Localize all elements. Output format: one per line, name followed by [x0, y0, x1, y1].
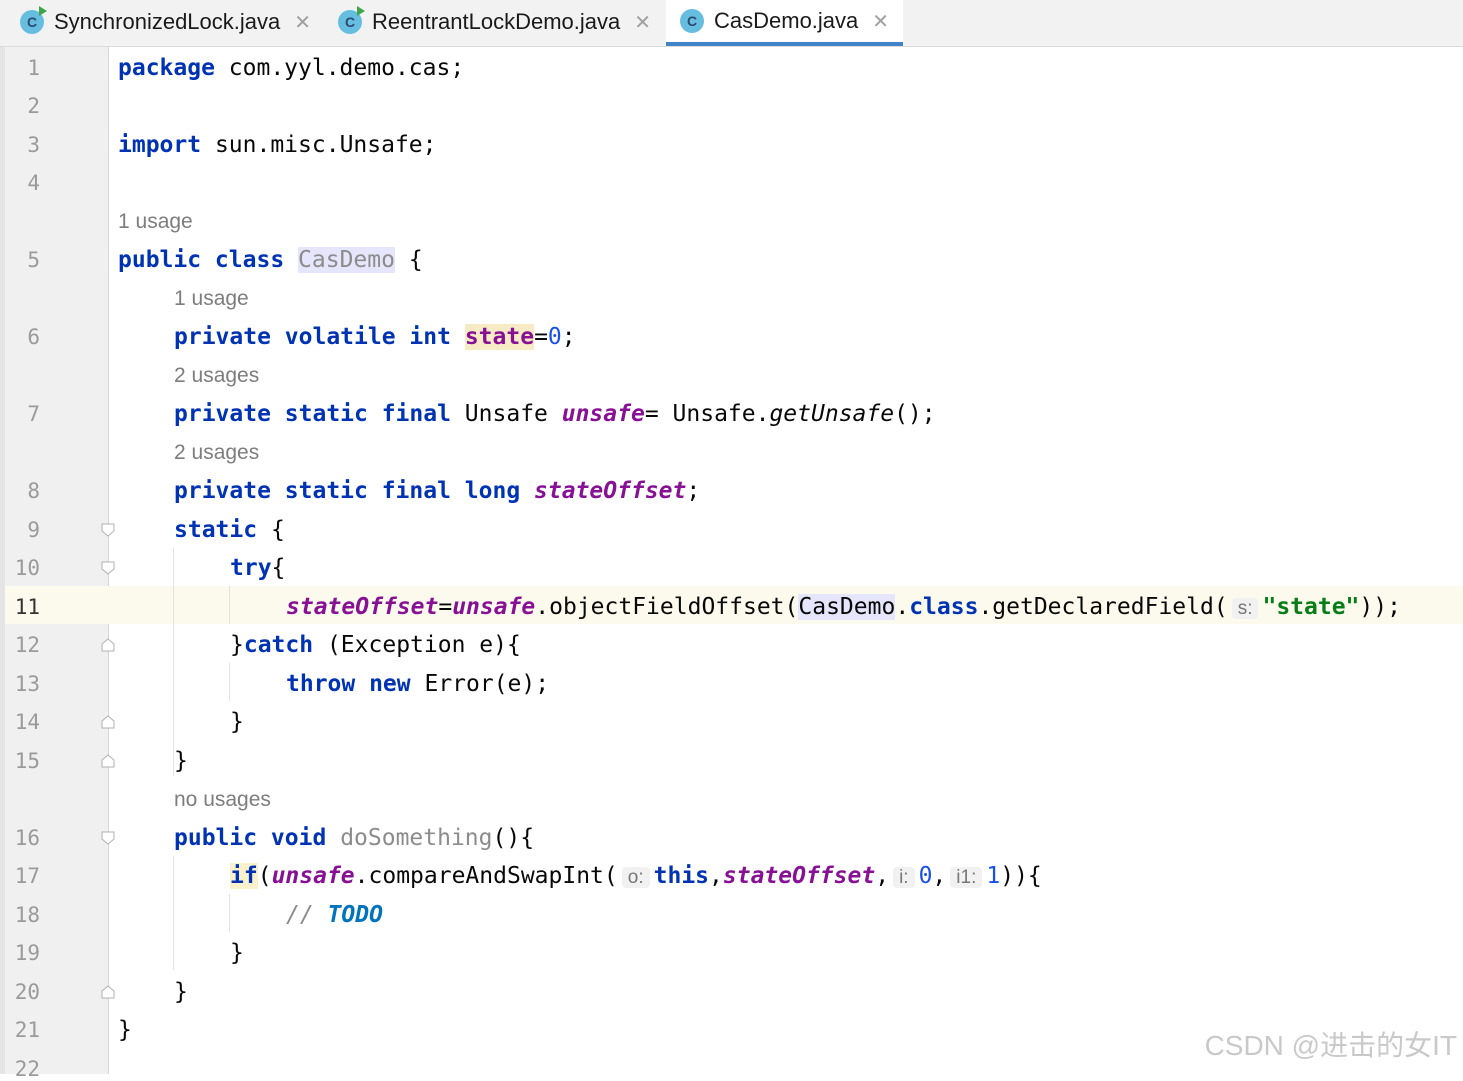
line-number: 16: [14, 826, 40, 850]
code-line-8[interactable]: private static final long stateOffset;: [174, 472, 700, 510]
usage-hint[interactable]: 2 usages: [174, 364, 259, 388]
line-number: 5: [27, 248, 40, 272]
tab-label: SynchronizedLock.java: [54, 9, 281, 34]
close-icon[interactable]: ✕: [634, 10, 651, 35]
watermark: CSDN @进击的女IT: [1204, 1030, 1457, 1061]
indent-guide: [173, 856, 174, 970]
line-number: 17: [14, 864, 40, 888]
code-line-21[interactable]: }: [118, 1011, 132, 1049]
line-number-current: 11: [14, 595, 40, 619]
code-line-11[interactable]: stateOffset=unsafe.objectFieldOffset(Cas…: [286, 588, 1401, 628]
code-line-13[interactable]: throw new Error(e);: [286, 665, 549, 703]
param-hint: i:: [893, 867, 915, 888]
code-line-15[interactable]: }: [174, 742, 188, 780]
line-number: 21: [14, 1018, 40, 1042]
fold-open-icon[interactable]: [101, 523, 115, 537]
java-class-run-icon: C: [338, 6, 365, 34]
fold-close-icon[interactable]: [101, 754, 115, 768]
line-number: 1: [27, 56, 40, 80]
tab-reentrantlockdemo[interactable]: C ReentrantLockDemo.java ✕: [338, 0, 651, 44]
line-number: 4: [27, 171, 40, 195]
tab-synchronizedlock[interactable]: C SynchronizedLock.java ✕: [20, 0, 311, 44]
code-line-19[interactable]: }: [230, 934, 244, 972]
close-icon[interactable]: ✕: [294, 10, 311, 35]
usage-hint[interactable]: 1 usage: [118, 210, 193, 234]
tab-casdemo[interactable]: C CasDemo.java ✕: [666, 0, 904, 46]
line-number: 12: [14, 633, 40, 657]
param-hint: s:: [1231, 598, 1259, 619]
code-line-16[interactable]: public void doSomething(){: [174, 819, 534, 857]
code-line-5[interactable]: public class CasDemo {: [118, 241, 423, 279]
line-number: 10: [14, 556, 40, 580]
code-line-10[interactable]: try{: [230, 549, 285, 587]
line-number: 8: [27, 479, 40, 503]
code-line-14[interactable]: }: [230, 703, 244, 741]
line-number: 14: [14, 710, 40, 734]
line-number: 2: [27, 94, 40, 118]
line-number: 9: [27, 518, 40, 542]
line-number: 3: [27, 133, 40, 157]
code-line-6[interactable]: private volatile int state=0;: [174, 318, 576, 356]
fold-open-icon[interactable]: [101, 831, 115, 845]
line-number: 6: [27, 325, 40, 349]
tab-label: ReentrantLockDemo.java: [372, 9, 621, 34]
java-class-icon: C: [680, 9, 704, 33]
indent-guide: [229, 894, 230, 932]
code-line-12[interactable]: }catch (Exception e){: [230, 626, 521, 664]
editor-tab-bar: C SynchronizedLock.java ✕ C ReentrantLoc…: [0, 0, 1463, 47]
line-number: 20: [14, 980, 40, 1004]
code-line-9[interactable]: static {: [174, 511, 285, 549]
param-hint: i1:: [950, 867, 983, 888]
param-hint: o:: [621, 867, 650, 888]
fold-open-icon[interactable]: [101, 561, 115, 575]
fold-close-icon[interactable]: [101, 715, 115, 729]
line-number: 15: [14, 749, 40, 773]
java-class-run-icon: C: [20, 6, 47, 34]
tab-label: CasDemo.java: [714, 8, 859, 33]
code-line-17[interactable]: if(unsafe.compareAndSwapInt(o: this,state…: [230, 857, 1042, 897]
line-number: 7: [27, 402, 40, 426]
usage-hint[interactable]: 1 usage: [174, 287, 249, 311]
code-line-3[interactable]: import sun.misc.Unsafe;: [118, 126, 437, 164]
code-line-20[interactable]: }: [174, 973, 188, 1011]
code-line-1[interactable]: package com.yyl.demo.cas;: [118, 49, 464, 87]
usage-hint[interactable]: 2 usages: [174, 441, 259, 465]
close-icon[interactable]: ✕: [872, 9, 889, 34]
line-number: 13: [14, 672, 40, 696]
fold-close-icon[interactable]: [101, 638, 115, 652]
line-number: 22: [14, 1057, 40, 1081]
indent-guide: [229, 663, 230, 701]
usage-hint[interactable]: no usages: [174, 788, 271, 812]
line-number: 19: [14, 941, 40, 965]
fold-close-icon[interactable]: [101, 985, 115, 999]
code-line-18[interactable]: // TODO: [286, 896, 383, 934]
indent-guide: [229, 586, 230, 624]
line-number: 18: [14, 903, 40, 927]
code-line-7[interactable]: private static final Unsafe unsafe= Unsa…: [174, 395, 936, 433]
